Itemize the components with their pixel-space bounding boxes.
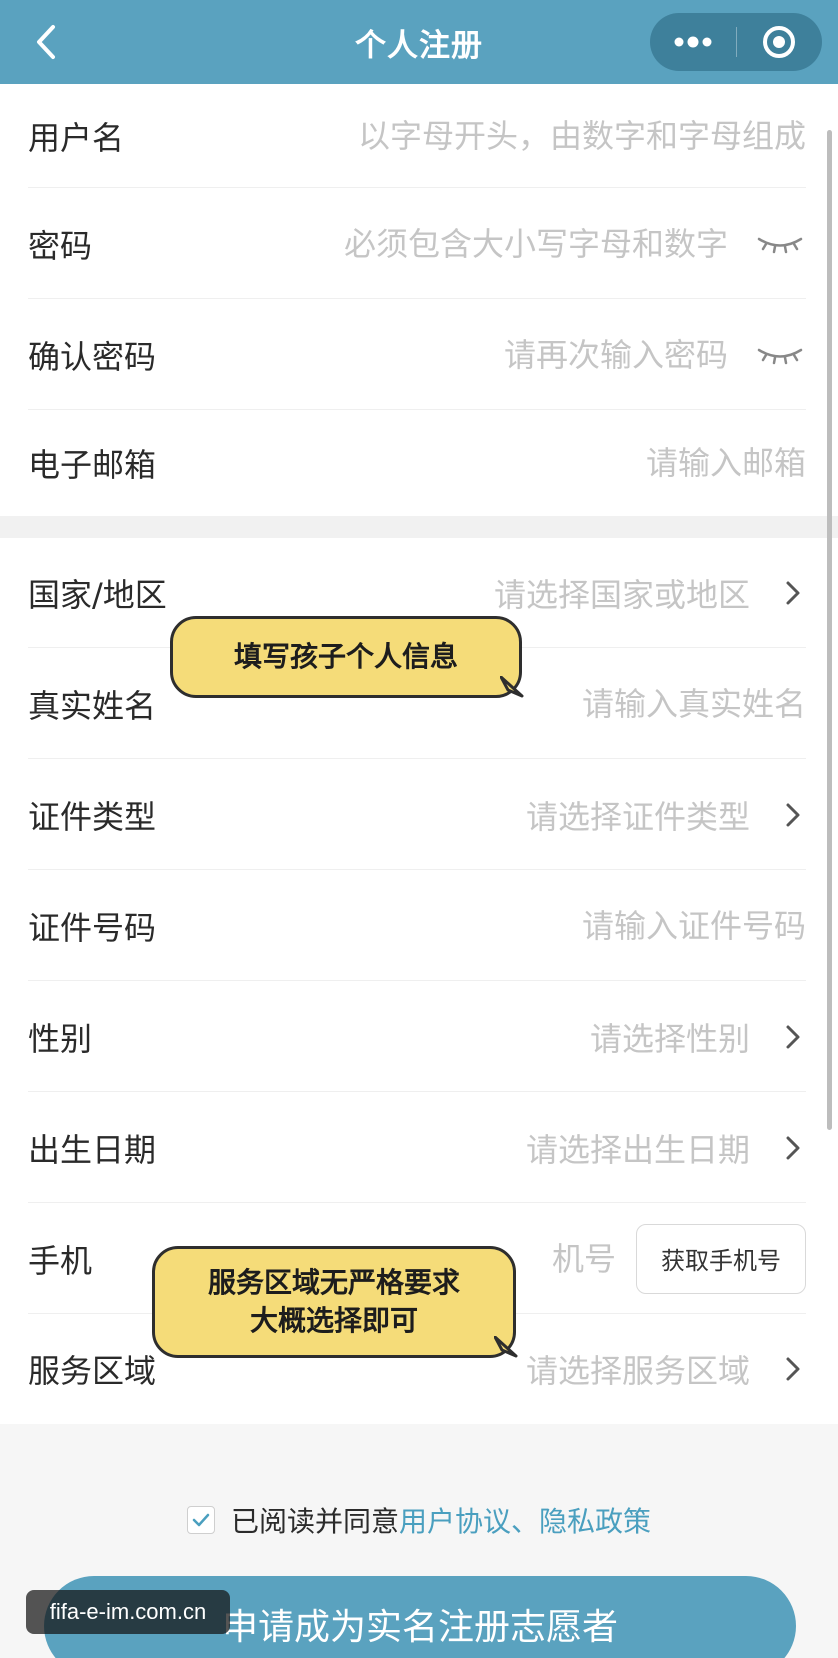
section-divider (0, 516, 838, 538)
close-button[interactable] (737, 13, 823, 71)
service-area-label: 服务区域 (28, 1352, 157, 1390)
agreement-separator: 、 (511, 1505, 540, 1538)
more-button[interactable] (650, 13, 736, 71)
email-label: 电子邮箱 (28, 446, 157, 484)
mini-program-capsule (650, 13, 822, 71)
birth-date-label: 出生日期 (28, 1130, 157, 1169)
annotation-text: 填写孩子个人信息 (233, 640, 458, 673)
confirm-password-row: 确认密码 (0, 299, 838, 410)
watermark: fifa-e-im.com.cn (26, 1590, 230, 1634)
id-number-label: 证件号码 (28, 908, 157, 947)
more-dots-icon (674, 36, 712, 48)
gender-picker-value[interactable]: 请选择性别 (112, 1014, 750, 1060)
phone-label: 手机 (28, 1241, 93, 1280)
birth-date-row[interactable]: 出生日期 请选择出生日期 (0, 1092, 838, 1203)
back-button[interactable] (26, 20, 66, 64)
annotation-text-line1: 服务区域无严格要求 (207, 1266, 460, 1299)
password-label: 密码 (28, 226, 93, 265)
chevron-left-icon (37, 25, 55, 59)
id-type-row[interactable]: 证件类型 请选择证件类型 (0, 759, 838, 870)
user-agreement-link[interactable]: 用户协议 (399, 1500, 511, 1540)
chevron-right-icon (780, 1017, 806, 1057)
check-icon (192, 1513, 210, 1527)
get-phone-number-button[interactable]: 获取手机号 (636, 1223, 806, 1294)
id-number-input[interactable] (176, 895, 806, 956)
chevron-right-icon (780, 1349, 806, 1389)
registration-page: 个人注册 用户名 以字母开头，由数字和字母组成 密码 确认密码 电子邮箱 请输入… (0, 0, 838, 1658)
annotation-text-line2: 大概选择即可 (249, 1304, 418, 1337)
toggle-password-visibility[interactable] (754, 224, 806, 264)
password-input[interactable] (112, 213, 728, 274)
privacy-policy-link[interactable]: 隐私政策 (539, 1500, 651, 1540)
username-row: 用户名 (0, 84, 838, 188)
annotation-bubble-personal-info: 填写孩子个人信息 (170, 616, 522, 698)
id-type-picker-value[interactable]: 请选择证件类型 (176, 792, 750, 838)
email-row: 电子邮箱 (0, 410, 838, 516)
agreement-row: 已阅读并同意 用户协议 、 隐私政策 (0, 1500, 838, 1540)
account-section: 用户名 密码 确认密码 (0, 84, 838, 516)
password-row: 密码 (0, 188, 838, 299)
confirm-password-label: 确认密码 (28, 337, 157, 376)
id-type-label: 证件类型 (28, 797, 157, 836)
birth-date-picker-value[interactable]: 请选择出生日期 (176, 1125, 750, 1171)
bubble-tail-icon (494, 1336, 518, 1358)
target-circle-icon (763, 26, 796, 58)
username-input[interactable] (144, 106, 806, 166)
agreement-checkbox[interactable] (186, 1506, 215, 1534)
chevron-right-icon (780, 573, 806, 613)
registration-form: 用户名 密码 确认密码 (0, 84, 838, 1424)
username-label: 用户名 (28, 119, 125, 157)
gender-label: 性别 (28, 1019, 93, 1058)
country-picker-value[interactable]: 请选择国家或地区 (187, 570, 750, 616)
chevron-right-icon (780, 795, 806, 835)
page-title: 个人注册 (355, 27, 483, 64)
chevron-right-icon (780, 1128, 806, 1168)
header-bar: 个人注册 (0, 0, 838, 84)
confirm-password-input[interactable] (176, 324, 728, 385)
real-name-label: 真实姓名 (28, 686, 157, 725)
bubble-tail-icon (500, 676, 524, 698)
email-input[interactable] (176, 433, 806, 493)
agreement-prefix: 已阅读并同意 (230, 1505, 399, 1538)
toggle-confirm-password-visibility[interactable] (754, 335, 806, 375)
scrollbar[interactable] (827, 130, 832, 1130)
annotation-bubble-service-area: 服务区域无严格要求 大概选择即可 (152, 1246, 516, 1358)
country-label: 国家/地区 (28, 576, 167, 614)
gender-row[interactable]: 性别 请选择性别 (0, 981, 838, 1092)
eye-closed-icon (757, 348, 803, 364)
id-number-row: 证件号码 (0, 870, 838, 981)
eye-closed-icon (757, 237, 803, 253)
